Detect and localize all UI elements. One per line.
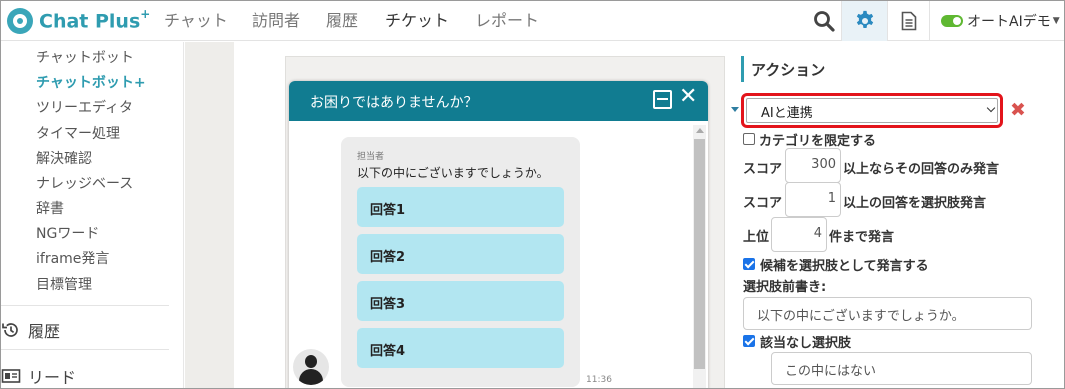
sidebar-item-ng-words[interactable]: NGワード — [36, 223, 99, 243]
document-button[interactable] — [888, 1, 929, 41]
score-only-input[interactable]: 300 — [785, 148, 841, 183]
chat-widget-preview: お困りではありませんか？ ✕ 担当者 以下の中にございますでしょうか。 回答1 … — [289, 81, 708, 388]
preface-input[interactable]: 以下の中にございますでしょうか。 — [743, 297, 1032, 330]
minimize-icon[interactable] — [653, 90, 672, 109]
person-icon — [305, 355, 317, 368]
gear-icon — [856, 10, 873, 28]
sidebar-section-leads[interactable]: リード — [1, 364, 76, 388]
chat-header-title: お困りではありませんか？ — [310, 95, 478, 111]
sidebar-item-dictionary[interactable]: 辞書 — [36, 198, 64, 218]
score-choice-suffix: 以上の回答を選択肢発言 — [843, 196, 987, 211]
demo-label: オートAIデモ — [967, 14, 1051, 30]
delete-action-icon[interactable]: ✖ — [1010, 99, 1026, 121]
top-navbar: Chat Plus+ チャット 訪問者 履歴 チケット レポート オートAIデモ… — [1, 1, 1064, 41]
nav-chat[interactable]: チャット — [164, 7, 228, 31]
sidebar-item-knowledge-base[interactable]: ナレッジベース — [36, 173, 133, 193]
document-icon — [901, 11, 916, 31]
none-choice-checkbox[interactable] — [743, 335, 755, 347]
caret-down-icon: ▼ — [1052, 16, 1060, 26]
nav-reports[interactable]: レポート — [475, 7, 539, 31]
logo[interactable]: Chat Plus+ — [7, 7, 150, 35]
limit-category-label: カテゴリを限定する — [759, 134, 877, 149]
score-only-suffix: 以上ならその回答のみ発言 — [843, 162, 1000, 177]
chat-scrollbar-thumb[interactable] — [694, 139, 705, 369]
sidebar-section-history-label: 履歴 — [28, 322, 61, 341]
logo-text: Chat Plus+ — [39, 7, 151, 33]
none-choice-input[interactable]: この中にはない — [771, 352, 1032, 385]
id-card-icon — [1, 369, 21, 383]
sidebar-item-iframe[interactable]: iframe発言 — [36, 248, 109, 268]
close-icon[interactable]: ✕ — [679, 84, 697, 109]
demo-account-menu[interactable]: オートAIデモ ▼ — [931, 1, 1064, 41]
score-only-label: スコア — [743, 162, 783, 177]
top-n-suffix: 件まで発言 — [829, 230, 895, 245]
choice-button-1[interactable]: 回答1 — [357, 187, 564, 227]
history-icon — [2, 323, 18, 337]
limit-category-checkbox[interactable] — [743, 133, 755, 145]
score-choice-input[interactable]: 1 — [785, 182, 841, 217]
choice-button-2[interactable]: 回答2 — [357, 234, 564, 274]
top-n-label: 上位 — [743, 230, 770, 245]
sidebar-item-chatbot-plus[interactable]: チャットボット+ — [36, 72, 146, 92]
message-timestamp: 11:36 — [586, 375, 612, 385]
candidates-checkbox[interactable] — [743, 258, 755, 270]
content-gutter — [185, 42, 234, 388]
action-section-title: アクション — [751, 61, 826, 79]
sidebar-item-chatbot[interactable]: チャットボット — [36, 47, 134, 67]
chat-header: お困りではありませんか？ ✕ — [289, 81, 708, 121]
scroll-up-arrow-icon[interactable] — [696, 128, 704, 133]
operator-avatar — [293, 349, 329, 385]
none-choice-label: 該当なし選択肢 — [760, 336, 852, 351]
sidebar-item-goals[interactable]: 目標管理 — [36, 274, 92, 294]
nav-history[interactable]: 履歴 — [326, 7, 358, 31]
section-accent-bar — [741, 56, 744, 82]
nav-visitors[interactable]: 訪問者 — [252, 7, 300, 31]
top-n-input[interactable]: 4 — [771, 217, 827, 252]
message-text: 以下の中にございますでしょうか。 — [357, 166, 549, 180]
sidebar-item-timer[interactable]: タイマー処理 — [36, 123, 120, 143]
app-window: Chat Plus+ チャット 訪問者 履歴 チケット レポート オートAIデモ… — [0, 0, 1065, 389]
choice-button-4[interactable]: 回答4 — [357, 328, 564, 368]
action-select[interactable]: AIと連携 — [746, 98, 998, 123]
sidebar-item-tree-editor[interactable]: ツリーエディタ — [36, 97, 133, 117]
sidebar: チャットボット チャットボット+ ツリーエディタ タイマー処理 解決確認 ナレッ… — [1, 42, 184, 388]
score-choice-label: スコア — [743, 196, 783, 211]
candidates-label: 候補を選択肢として発言する — [760, 259, 929, 274]
nav-tickets[interactable]: チケット — [385, 7, 449, 31]
search-icon — [813, 11, 835, 32]
choice-button-3[interactable]: 回答3 — [357, 281, 564, 321]
search-button[interactable] — [806, 1, 841, 41]
sidebar-section-leads-label: リード — [28, 368, 77, 387]
preface-label: 選択肢前書き: — [743, 280, 827, 295]
settings-button[interactable] — [842, 1, 887, 41]
expand-triangle-icon[interactable] — [731, 107, 739, 112]
message-sender: 担当者 — [357, 152, 385, 162]
chat-plus-logo-icon — [7, 8, 33, 34]
sidebar-section-history[interactable]: 履歴 — [1, 318, 60, 342]
status-toggle[interactable] — [941, 15, 963, 27]
sidebar-item-resolution[interactable]: 解決確認 — [36, 148, 92, 168]
